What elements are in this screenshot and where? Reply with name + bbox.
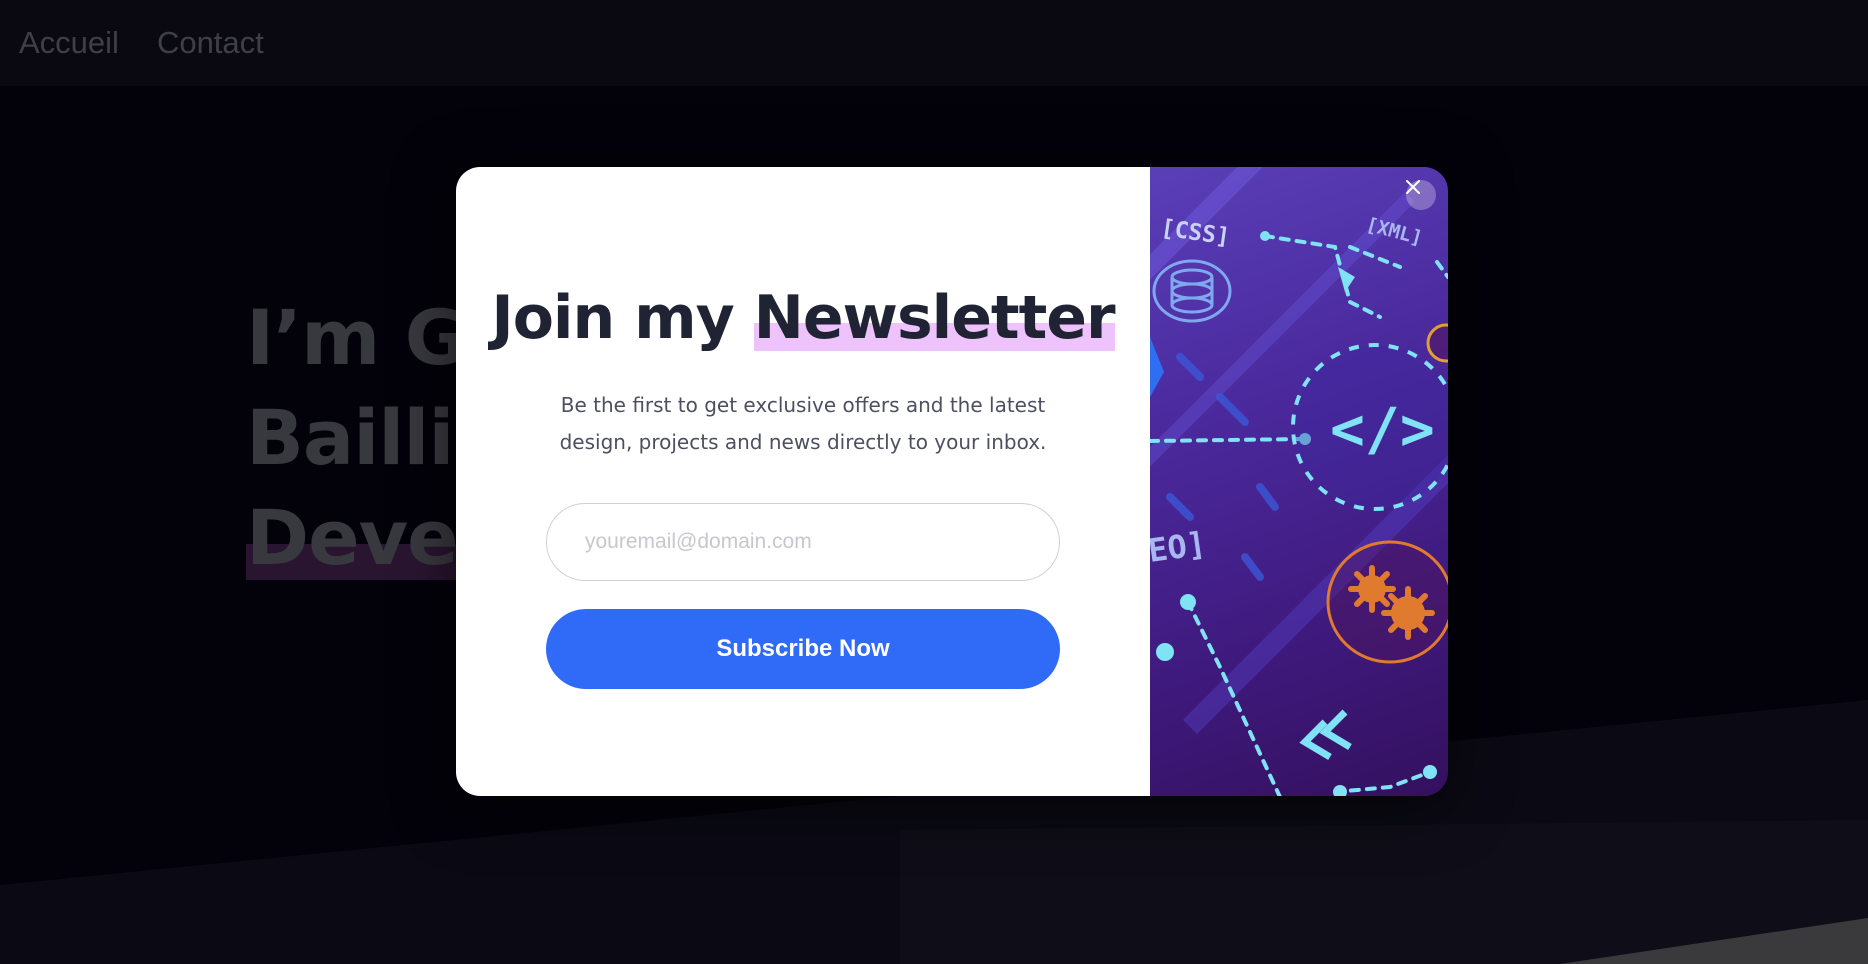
close-icon (1406, 180, 1420, 194)
nav-link-accueil[interactable]: Accueil (19, 25, 119, 61)
close-button[interactable] (1406, 180, 1436, 210)
modal-title-text: Join my (491, 283, 754, 353)
modal-content: Join my Newsletter Be the first to get e… (456, 167, 1150, 796)
top-navigation: Accueil Contact (0, 0, 1868, 86)
modal-title: Join my Newsletter (491, 283, 1116, 353)
seo-tag: EO] (1150, 524, 1208, 570)
subscribe-button[interactable]: Subscribe Now (546, 609, 1060, 689)
modal-description: Be the first to get exclusive offers and… (559, 393, 1047, 454)
newsletter-modal: Join my Newsletter Be the first to get e… (456, 167, 1448, 796)
nav-link-contact[interactable]: Contact (157, 25, 264, 61)
newsletter-illustration: </> [CSS] [XML] EO] (1150, 167, 1448, 796)
modal-title-highlight-text: Newsletter (753, 283, 1116, 353)
modal-title-highlight: Newsletter (753, 283, 1116, 353)
code-illustration: </> [CSS] [XML] EO] (1150, 167, 1448, 796)
code-symbol: </> (1330, 395, 1435, 463)
email-input[interactable] (546, 503, 1060, 581)
